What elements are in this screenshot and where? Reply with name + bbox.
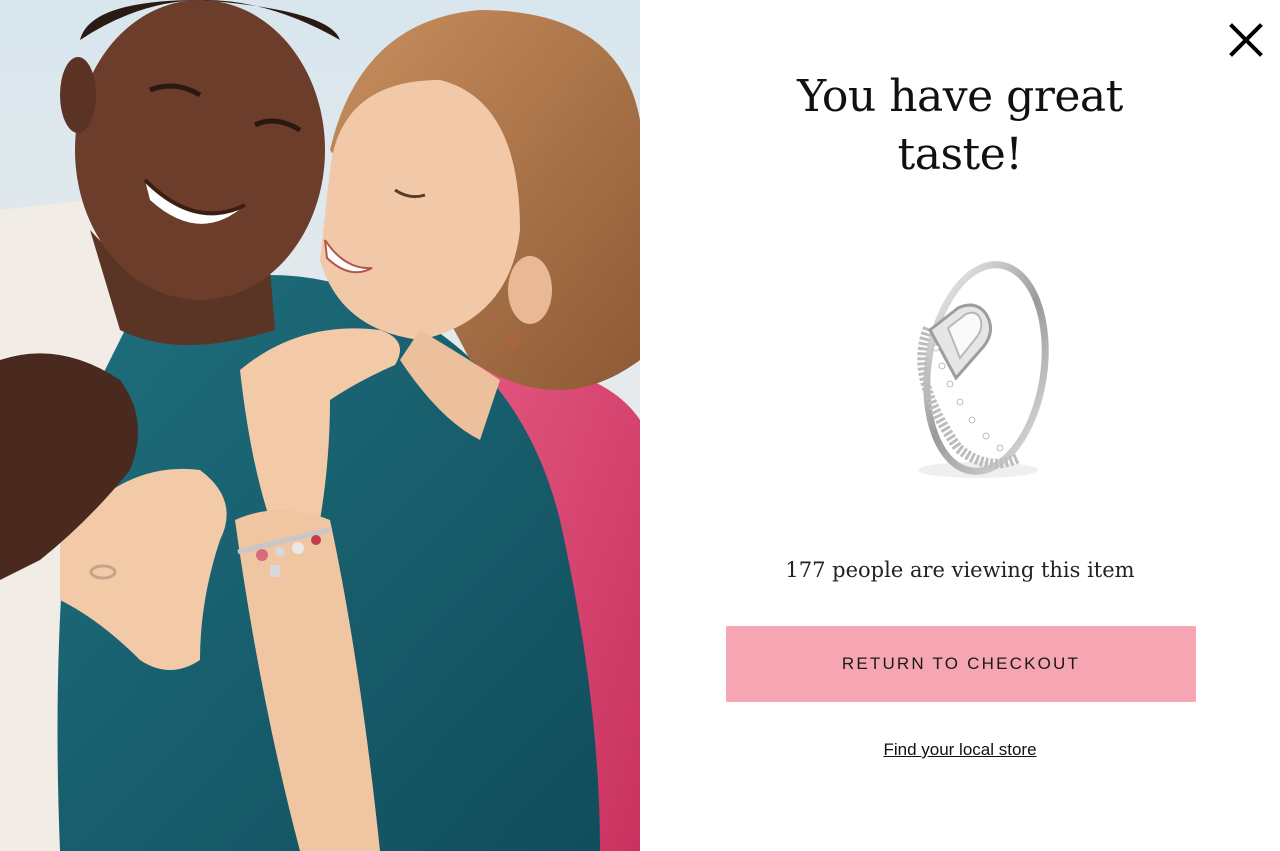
exit-intent-modal: You have great taste! 177 people are vie…	[0, 0, 1280, 851]
store-link-container: Find your local store	[640, 740, 1280, 760]
close-icon	[1229, 23, 1263, 57]
lifestyle-photo	[0, 0, 640, 851]
close-button[interactable]	[1226, 20, 1266, 60]
modal-headline: You have great taste!	[797, 71, 1123, 180]
product-image[interactable]	[868, 248, 1052, 494]
find-local-store-link[interactable]: Find your local store	[883, 740, 1036, 759]
modal-content: You have great taste! 177 people are vie…	[640, 0, 1280, 851]
ring-icon	[917, 261, 1049, 478]
return-to-checkout-button[interactable]: RETURN TO CHECKOUT	[726, 626, 1196, 702]
viewer-count-text: 177 people are viewing this item	[785, 558, 1135, 582]
